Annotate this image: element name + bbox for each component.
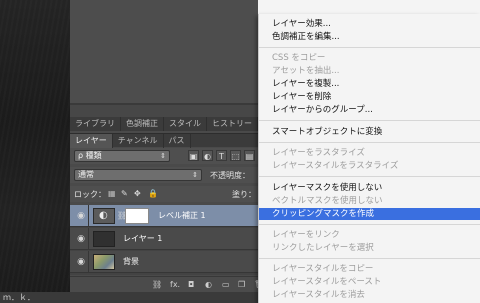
menu-separator bbox=[259, 258, 480, 259]
layer-context-menu: レイヤー効果... 色調補正を編集... CSS をコピー アセットを抽出...… bbox=[258, 14, 480, 303]
status-strip: ｍ．ｋ． bbox=[0, 292, 70, 303]
menu-item-duplicate-layer[interactable]: レイヤーを複製... bbox=[259, 78, 480, 90]
lock-transparent-icon[interactable]: ▦ bbox=[108, 189, 116, 198]
menu-item-group-from-layers[interactable]: レイヤーからのグループ... bbox=[259, 104, 480, 116]
layer-name: レイヤー 1 bbox=[123, 234, 163, 243]
menu-item-paste-layer-style[interactable]: レイヤースタイルをペースト bbox=[259, 276, 480, 288]
fx-icon[interactable]: fx. bbox=[170, 280, 180, 289]
layer-row-background[interactable]: ◉ 背景 bbox=[70, 251, 270, 273]
canvas-area bbox=[0, 0, 70, 303]
levels-icon: ◐ bbox=[99, 210, 108, 221]
tab-history[interactable]: ヒストリー bbox=[207, 117, 258, 131]
filter-row: ρ 種類 ⇕ ▣ ◐ T ⬚ ▤ bbox=[70, 148, 270, 164]
panel-header-strip bbox=[70, 105, 270, 117]
menu-top-gap bbox=[258, 0, 480, 14]
menu-separator bbox=[259, 224, 480, 225]
link-icon[interactable]: ⛓ bbox=[152, 280, 162, 289]
fill-label: 塗り： bbox=[232, 190, 256, 199]
layers-list: ◉ ◐ ⛓ レベル補正 1 ◉ レイヤー 1 ◉ 背景 bbox=[70, 205, 270, 275]
menu-separator bbox=[259, 142, 480, 143]
layer-row-levels[interactable]: ◉ ◐ ⛓ レベル補正 1 bbox=[70, 205, 270, 227]
tab-styles[interactable]: スタイル bbox=[164, 117, 207, 131]
background-thumbnail bbox=[93, 254, 115, 270]
layer-panel-tabs: レイヤー チャンネル パス bbox=[70, 133, 270, 148]
menu-item-link-layers[interactable]: レイヤーをリンク bbox=[259, 229, 480, 241]
layers-panel-column: ライブラリ 色調補正 スタイル ヒストリー 属 レイヤー チャンネル パス ρ … bbox=[70, 0, 273, 303]
menu-item-disable-vector-mask[interactable]: ベクトルマスクを使用しない bbox=[259, 195, 480, 207]
smart-object-icon[interactable]: ▤ bbox=[244, 150, 255, 161]
lock-row: ロック： ▦ ✎ ✥ 🔒 塗り： bbox=[70, 186, 270, 202]
type-icon[interactable]: T bbox=[216, 150, 227, 161]
folder-icon[interactable]: ▭ bbox=[222, 280, 230, 289]
menu-item-copy-css[interactable]: CSS をコピー bbox=[259, 52, 480, 64]
menu-separator bbox=[259, 120, 480, 121]
menu-item-select-linked[interactable]: リンクしたレイヤーを選択 bbox=[259, 242, 480, 254]
menu-item-rasterize-layer[interactable]: レイヤーをラスタライズ bbox=[259, 147, 480, 159]
lock-label: ロック： bbox=[74, 190, 106, 199]
tab-channels[interactable]: チャンネル bbox=[113, 133, 164, 148]
menu-item-clear-layer-style[interactable]: レイヤースタイルを消去 bbox=[259, 289, 480, 301]
status-text: ｍ．ｋ． bbox=[3, 293, 35, 302]
tab-adjustments[interactable]: 色調補正 bbox=[121, 117, 164, 131]
chevron-updown-icon: ⇕ bbox=[160, 152, 166, 160]
layer-mask-thumbnail[interactable] bbox=[125, 208, 149, 224]
layer-row-layer1[interactable]: ◉ レイヤー 1 bbox=[70, 228, 270, 250]
menu-separator bbox=[259, 47, 480, 48]
menu-separator bbox=[259, 176, 480, 177]
blend-mode-value: 通常 bbox=[78, 170, 94, 179]
panel-foot-strip bbox=[70, 292, 270, 303]
eye-icon[interactable]: ◉ bbox=[75, 233, 87, 245]
menu-item-convert-smart-object[interactable]: スマートオブジェクトに変換 bbox=[259, 126, 480, 138]
panel-group-tabs: ライブラリ 色調補正 スタイル ヒストリー 属 bbox=[70, 117, 273, 131]
upper-panel bbox=[70, 0, 270, 105]
layers-panel-footer: ⛓ fx. ◘ ◐ ▭ ❐ 🗑 bbox=[70, 276, 270, 292]
menu-item-copy-layer-style[interactable]: レイヤースタイルをコピー bbox=[259, 263, 480, 275]
menu-item-disable-layer-mask[interactable]: レイヤーマスクを使用しない bbox=[259, 182, 480, 194]
eye-icon[interactable]: ◉ bbox=[75, 210, 87, 222]
layer-thumbnail bbox=[93, 231, 115, 247]
adjustment-layer-thumbnail: ◐ bbox=[93, 208, 115, 224]
menu-item-edit-adjustment[interactable]: 色調補正を編集... bbox=[259, 31, 480, 43]
shape-icon[interactable]: ⬚ bbox=[230, 150, 241, 161]
blend-row: 通常 ⇕ 不透明度： bbox=[70, 167, 270, 183]
adjustment-icon[interactable]: ◐ bbox=[205, 280, 212, 289]
new-layer-icon[interactable]: ❐ bbox=[238, 280, 245, 289]
layer-name: 背景 bbox=[123, 257, 139, 266]
tab-paths[interactable]: パス bbox=[164, 133, 191, 148]
adjust-icon[interactable]: ◐ bbox=[202, 150, 213, 161]
image-icon[interactable]: ▣ bbox=[188, 150, 199, 161]
layer-name: レベル補正 1 bbox=[158, 211, 206, 220]
tab-libraries[interactable]: ライブラリ bbox=[70, 117, 121, 131]
opacity-label: 不透明度： bbox=[210, 171, 250, 180]
menu-item-layer-effects[interactable]: レイヤー効果... bbox=[259, 18, 480, 30]
menu-item-create-clipping-mask[interactable]: クリッピングマスクを作成 bbox=[259, 208, 480, 220]
eye-icon[interactable]: ◉ bbox=[75, 256, 87, 268]
lock-move-icon[interactable]: ✥ bbox=[134, 189, 141, 198]
filter-kind-value: ρ 種類 bbox=[78, 151, 102, 160]
chevron-updown-icon: ⇕ bbox=[192, 171, 198, 179]
mask-icon[interactable]: ◘ bbox=[188, 280, 194, 289]
tab-layers[interactable]: レイヤー bbox=[70, 133, 113, 148]
menu-item-delete-layer[interactable]: レイヤーを削除 bbox=[259, 91, 480, 103]
lock-paint-icon[interactable]: ✎ bbox=[121, 189, 128, 198]
filter-kind-select[interactable]: ρ 種類 ⇕ bbox=[74, 150, 170, 162]
lock-all-icon[interactable]: 🔒 bbox=[148, 189, 158, 198]
menu-item-extract-assets[interactable]: アセットを抽出... bbox=[259, 65, 480, 77]
blend-mode-select[interactable]: 通常 ⇕ bbox=[74, 169, 202, 181]
menu-item-rasterize-style[interactable]: レイヤースタイルをラスタライズ bbox=[259, 160, 480, 172]
